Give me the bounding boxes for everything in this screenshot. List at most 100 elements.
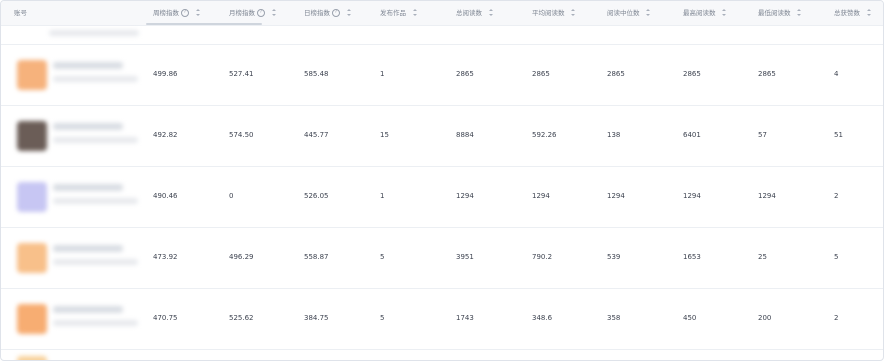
cell-daily: 585.48 [304,69,329,78]
table-row[interactable]: 490.46 0 526.05 1 1294 1294 1294 1294 1294 2 [1,167,883,228]
column-header-label: 账号 [14,9,27,17]
table-row[interactable]: 470.75 525.62 384.75 5 1743 348.6 358 450 200 2 [1,289,883,350]
cell-median_reads: 358 [607,313,621,322]
help-circle-icon[interactable]: ? [257,9,265,17]
sort-arrows-icon[interactable] [488,8,494,18]
column-header-likes[interactable]: 总获赞数 [834,1,872,25]
cell-min_reads: 25 [758,252,767,261]
account-meta-redacted [53,137,138,143]
cell-avg_reads: 1294 [532,191,550,200]
cell-monthly: 527.41 [229,69,254,78]
avatar[interactable] [17,304,47,334]
column-header-label: 发布作品 [380,9,406,17]
cell-total_reads: 2865 [456,69,474,78]
cell-daily: 558.87 [304,252,329,261]
cell-daily: 445.77 [304,130,329,139]
cell-likes: 51 [834,130,843,139]
column-header-monthly[interactable]: 月榜指数? [229,1,277,25]
cell-max_reads: 1294 [683,191,701,200]
table-row-partial[interactable] [1,350,883,360]
table-row[interactable]: 499.86 527.41 585.48 1 2865 2865 2865 2865 2865 4 [1,45,883,106]
account-meta-redacted [53,198,138,204]
avatar[interactable] [17,356,47,360]
account-name-redacted[interactable] [53,62,123,69]
table-row[interactable]: 492.82 574.50 445.77 15 8884 592.26 138 6401 57 5… [1,106,883,167]
cell-works: 1 [380,69,385,78]
avatar[interactable] [17,182,47,212]
avatar[interactable] [17,121,47,151]
cell-total_reads: 8884 [456,130,474,139]
column-header-avg_reads[interactable]: 平均阅读数 [532,1,577,25]
account-meta-redacted [53,320,138,326]
cell-works: 5 [380,313,385,322]
cell-max_reads: 6401 [683,130,701,139]
sort-arrows-icon[interactable] [195,8,201,18]
column-header-median_reads[interactable]: 阅读中位数 [607,1,652,25]
cell-median_reads: 2865 [607,69,625,78]
column-header-label: 总阅读数 [456,9,482,17]
cell-weekly: 473.92 [153,252,178,261]
sort-arrows-icon[interactable] [646,8,652,18]
cell-median_reads: 138 [607,130,621,139]
cell-daily: 526.05 [304,191,329,200]
cell-daily: 384.75 [304,313,329,322]
cell-min_reads: 57 [758,130,767,139]
cell-works: 1 [380,191,385,200]
column-header-weekly[interactable]: 周榜指数? [153,1,201,25]
column-header-account: 账号 [14,1,27,25]
sort-arrows-icon[interactable] [271,8,277,18]
help-circle-icon[interactable]: ? [181,9,189,17]
column-header-max_reads[interactable]: 最高阅读数 [683,1,728,25]
sort-arrows-icon[interactable] [797,8,803,18]
cell-likes: 5 [834,252,839,261]
column-header-label: 日榜指数 [304,9,330,17]
cell-monthly: 525.62 [229,313,254,322]
column-header-total_reads[interactable]: 总阅读数 [456,1,494,25]
avatar[interactable] [17,243,47,273]
cell-max_reads: 450 [683,313,697,322]
table-row[interactable]: 473.92 496.29 558.87 5 3951 790.2 539 1653 25 5 [1,228,883,289]
sort-arrows-icon[interactable] [571,8,577,18]
column-header-label: 最低阅读数 [758,9,791,17]
avatar[interactable] [17,60,47,90]
horizontal-scrollbar[interactable] [146,23,262,25]
sort-arrows-icon[interactable] [722,8,728,18]
account-name-redacted[interactable] [53,245,123,252]
cell-monthly: 0 [229,191,234,200]
cell-avg_reads: 790.2 [532,252,553,261]
cell-total_reads: 3951 [456,252,474,261]
cell-weekly: 490.46 [153,191,178,200]
column-header-label: 最高阅读数 [683,9,716,17]
account-name-redacted[interactable] [53,306,123,313]
column-header-works[interactable]: 发布作品 [380,1,418,25]
column-header-daily[interactable]: 日榜指数? [304,1,352,25]
column-header-label: 月榜指数 [229,9,255,17]
cell-total_reads: 1294 [456,191,474,200]
cell-median_reads: 539 [607,252,621,261]
sort-arrows-icon[interactable] [866,8,872,18]
cell-weekly: 492.82 [153,130,178,139]
sort-arrows-icon[interactable] [346,8,352,18]
cell-works: 5 [380,252,385,261]
cell-max_reads: 2865 [683,69,701,78]
cell-monthly: 496.29 [229,252,254,261]
column-header-label: 阅读中位数 [607,9,640,17]
cell-works: 15 [380,130,389,139]
cell-likes: 2 [834,313,839,322]
cell-weekly: 499.86 [153,69,178,78]
help-circle-icon[interactable]: ? [332,9,340,17]
cell-avg_reads: 592.26 [532,130,557,139]
cell-weekly: 470.75 [153,313,178,322]
cell-likes: 4 [834,69,839,78]
column-header-min_reads[interactable]: 最低阅读数 [758,1,803,25]
account-name-redacted[interactable] [53,184,123,191]
account-name-redacted[interactable] [53,123,123,130]
table-row-partial[interactable] [1,25,883,45]
cell-max_reads: 1653 [683,252,701,261]
cell-likes: 2 [834,191,839,200]
cell-avg_reads: 2865 [532,69,550,78]
ranking-table: 账号 周榜指数? 月榜指数? 日榜指数? 发布作品 总阅读数 平均阅读数 阅读中位数 最高阅读数… [0,0,884,361]
sort-arrows-icon[interactable] [412,8,418,18]
account-meta-redacted [53,259,138,265]
cell-total_reads: 1743 [456,313,474,322]
